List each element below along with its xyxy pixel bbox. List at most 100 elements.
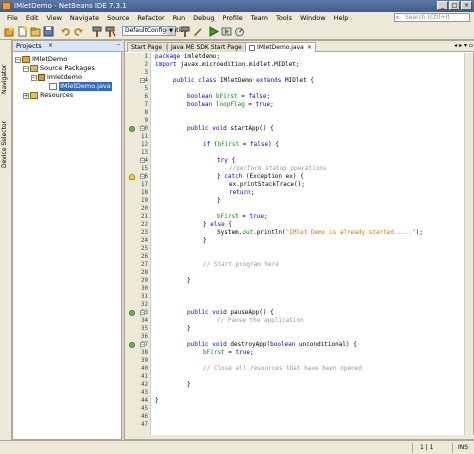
netbeans-app-icon bbox=[2, 2, 11, 10]
fold-toggle-icon[interactable]: − bbox=[140, 126, 145, 131]
line-number: 4 bbox=[144, 78, 149, 84]
source-packages-icon bbox=[30, 65, 38, 72]
close-tab-icon[interactable]: × bbox=[307, 44, 312, 51]
status-divider bbox=[412, 443, 413, 453]
hint-bulb-icon[interactable] bbox=[129, 174, 135, 180]
code-line-16: } catch (Exception ex) { bbox=[217, 173, 304, 180]
tab-java-me-sdk-start-page[interactable]: Java ME SDK Start Page× bbox=[167, 42, 254, 52]
code-line-1: package imletdemo; bbox=[155, 53, 221, 60]
code-line-44: } bbox=[155, 397, 159, 404]
horizontal-scrollbar[interactable] bbox=[125, 435, 474, 439]
code-line-34: // Pause the application bbox=[217, 317, 304, 324]
tab-imletdemo-java[interactable]: IMletDemo.java × bbox=[245, 42, 316, 52]
menu-tools[interactable]: Tools bbox=[272, 14, 296, 22]
window-title-bar: IMletDemo - NetBeans IDE 7.3.1 _ □ × bbox=[0, 0, 474, 12]
code-line-15: //perform statup operations bbox=[229, 165, 327, 172]
tree-node-package[interactable]: − imletdemo bbox=[31, 73, 82, 82]
override-marker-icon[interactable] bbox=[129, 126, 135, 132]
tree-node-source-packages[interactable]: − Source Packages bbox=[23, 64, 95, 73]
menu-refactor[interactable]: Refactor bbox=[133, 14, 168, 22]
tree-node-file[interactable]: IMletDemo.java bbox=[49, 82, 112, 91]
build-project-icon[interactable] bbox=[92, 26, 103, 37]
clean-icon[interactable] bbox=[193, 26, 204, 37]
close-window-button[interactable]: × bbox=[461, 1, 472, 10]
tab-navigation[interactable]: ◂ ▸ ▾ ▫ bbox=[454, 42, 473, 49]
collapse-icon[interactable]: − bbox=[23, 65, 29, 72]
line-number-gutter: 1234−5678910−11121314−1516−1718192021222… bbox=[125, 53, 151, 437]
insert-mode: INS bbox=[458, 444, 469, 451]
configuration-select[interactable]: DefaultConfiguration ▼ bbox=[122, 26, 188, 36]
search-input[interactable]: ⌕ Search (Ctrl+I) bbox=[394, 13, 470, 22]
maximize-window-button[interactable]: □ bbox=[449, 1, 460, 10]
code-line-27: // Start program here bbox=[203, 261, 279, 268]
override-marker-icon[interactable] bbox=[129, 342, 135, 348]
chevron-down-icon: ▼ bbox=[167, 27, 175, 35]
expand-icon[interactable]: + bbox=[23, 92, 29, 99]
new-file-icon[interactable] bbox=[17, 26, 28, 37]
resources-icon bbox=[30, 92, 38, 99]
new-project-icon[interactable] bbox=[4, 26, 15, 37]
vertical-scrollbar[interactable] bbox=[464, 53, 473, 437]
line-number: 12 bbox=[141, 142, 148, 148]
status-divider bbox=[452, 443, 453, 453]
line-number: 1 bbox=[144, 54, 149, 60]
undo-icon[interactable] bbox=[60, 26, 71, 37]
menu-profile[interactable]: Profile bbox=[219, 14, 247, 22]
configuration-value: DefaultConfiguration bbox=[125, 27, 188, 34]
fold-toggle-icon[interactable]: − bbox=[140, 174, 145, 179]
collapse-icon[interactable]: − bbox=[15, 56, 21, 63]
code-line-23: System.out.println("IMlet Demo is alread… bbox=[217, 229, 423, 236]
navigator-tab[interactable]: Navigator bbox=[1, 46, 11, 94]
menu-team[interactable]: Team bbox=[247, 14, 272, 22]
menu-navigate[interactable]: Navigate bbox=[66, 14, 103, 22]
minimize-projects-icon[interactable]: – bbox=[117, 41, 120, 48]
cursor-position: 1 | 1 bbox=[420, 444, 434, 451]
line-number: 26 bbox=[141, 254, 148, 260]
code-line-4: public class IMletDemo extends MIDlet { bbox=[173, 77, 314, 84]
device-selector-tab[interactable]: Device Selector bbox=[1, 98, 11, 168]
line-number: 17 bbox=[141, 182, 148, 188]
tree-node-resources[interactable]: + Resources bbox=[23, 91, 73, 100]
line-number: 47 bbox=[141, 422, 148, 428]
code-line-14: try { bbox=[217, 157, 236, 164]
menu-debug[interactable]: Debug bbox=[189, 14, 218, 22]
clean-build-icon[interactable] bbox=[105, 26, 116, 37]
menu-edit[interactable]: Edit bbox=[22, 14, 43, 22]
fold-toggle-icon[interactable]: − bbox=[140, 310, 145, 315]
fold-toggle-icon[interactable]: − bbox=[140, 342, 145, 347]
code-line-2: import javax.microedition.midlet.MIDlet; bbox=[155, 61, 300, 68]
build-icon[interactable] bbox=[180, 26, 191, 37]
debug-icon[interactable] bbox=[221, 26, 232, 37]
projects-tab[interactable]: Projects bbox=[16, 42, 42, 50]
line-number: 2 bbox=[144, 62, 149, 68]
override-marker-icon[interactable] bbox=[129, 310, 135, 316]
tree-node-project[interactable]: − IMletDemo bbox=[15, 55, 67, 64]
fold-toggle-icon[interactable]: − bbox=[140, 78, 145, 83]
save-all-icon[interactable] bbox=[43, 26, 54, 37]
editor-tab-bar: Start Page × Java ME SDK Start Page× IMle… bbox=[125, 41, 474, 52]
menu-view[interactable]: View bbox=[42, 14, 65, 22]
minimize-window-button[interactable]: _ bbox=[437, 1, 448, 10]
menu-help[interactable]: Help bbox=[330, 14, 353, 22]
menu-file[interactable]: File bbox=[3, 14, 22, 22]
tree-label-resources: Resources bbox=[40, 91, 74, 99]
line-number: 21 bbox=[141, 214, 148, 220]
collapse-icon[interactable]: − bbox=[31, 74, 37, 81]
fold-toggle-icon[interactable]: − bbox=[140, 158, 145, 163]
menu-window[interactable]: Window bbox=[296, 14, 330, 22]
profile-icon[interactable] bbox=[234, 26, 245, 37]
line-number: 19 bbox=[141, 198, 148, 204]
open-project-icon[interactable] bbox=[30, 26, 41, 37]
menu-run[interactable]: Run bbox=[169, 14, 189, 22]
redo-icon[interactable] bbox=[73, 26, 84, 37]
run-icon[interactable] bbox=[208, 26, 219, 37]
code-line-19: } bbox=[217, 197, 221, 204]
code-line-10: public void startApp() { bbox=[187, 125, 274, 132]
line-number: 15 bbox=[141, 166, 148, 172]
code-line-12: if (bFirst = false) { bbox=[203, 141, 279, 148]
code-area[interactable]: package imletdemo; import javax.microedi… bbox=[153, 53, 463, 437]
line-number: 5 bbox=[144, 86, 149, 92]
line-number: 43 bbox=[141, 390, 148, 396]
close-projects-icon[interactable]: × bbox=[48, 42, 53, 49]
menu-source[interactable]: Source bbox=[103, 14, 133, 22]
